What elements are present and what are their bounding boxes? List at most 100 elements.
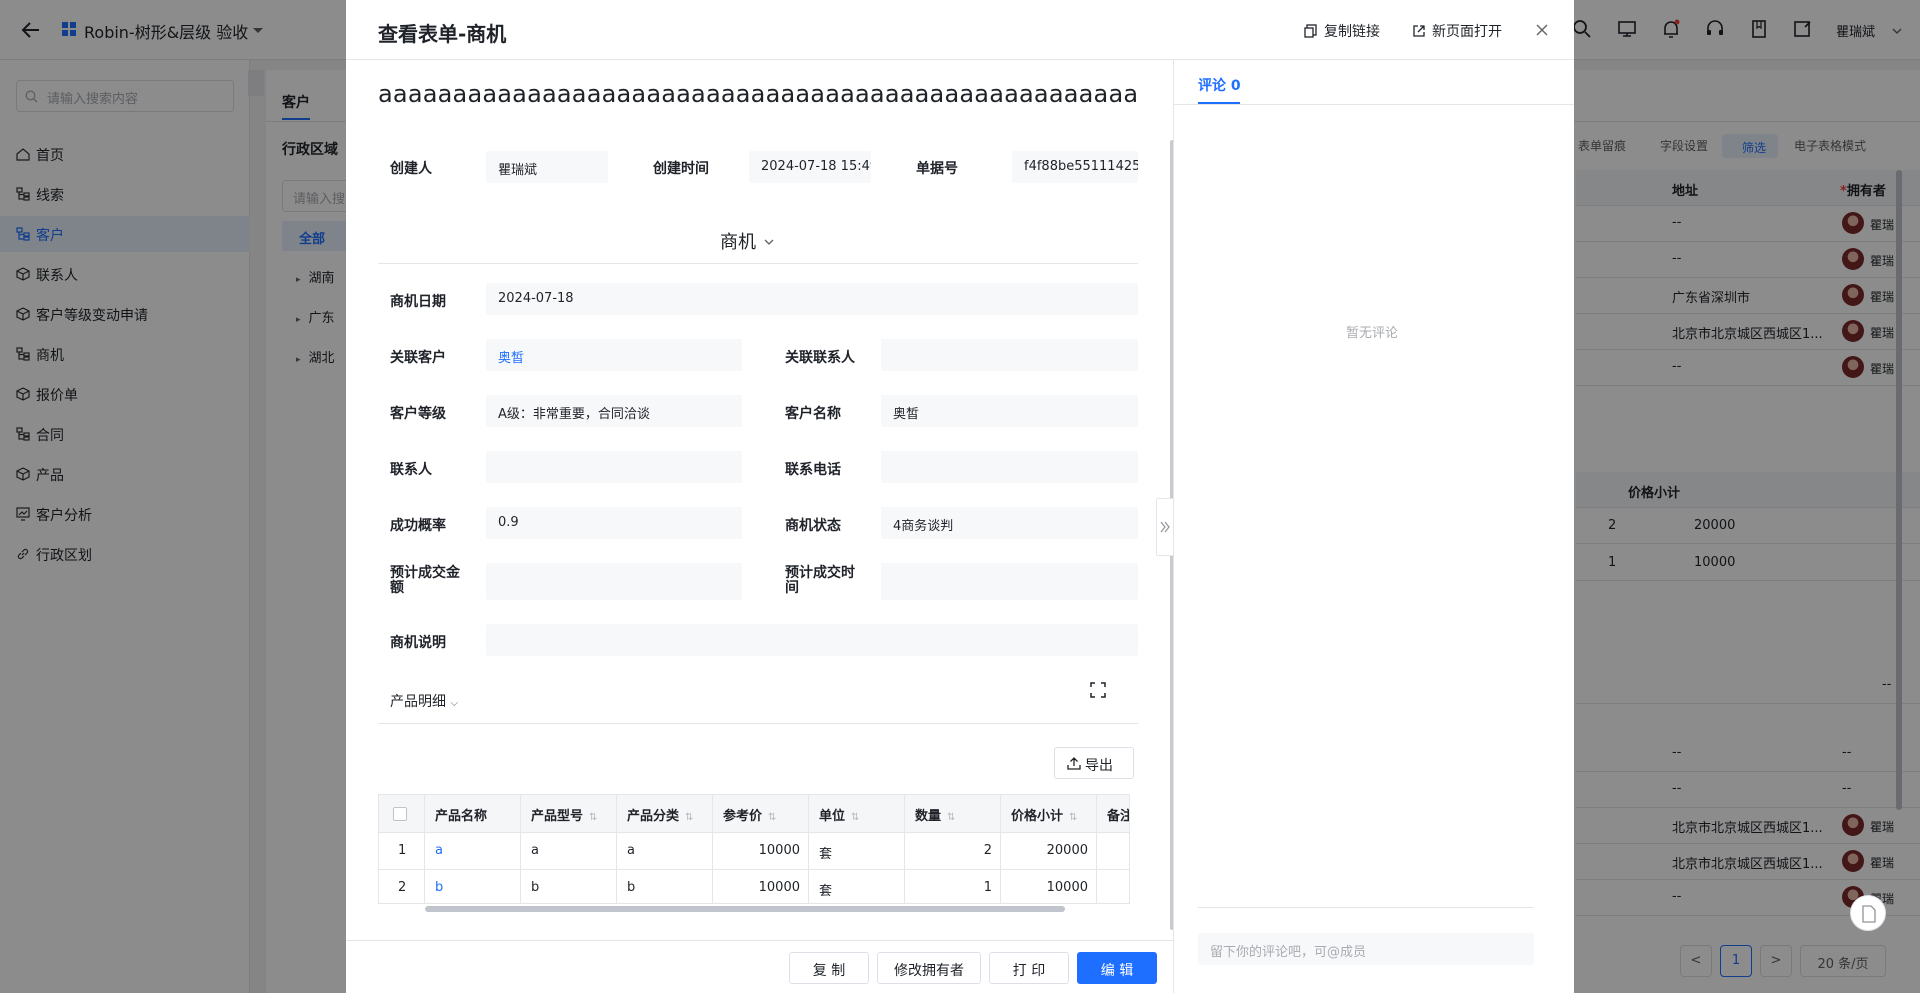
product-column-header[interactable]: 产品分类 ⇅ xyxy=(617,795,713,832)
expected-deal-time-label: 预计成交时间 xyxy=(785,565,855,596)
opp-status-label: 商机状态 xyxy=(785,518,841,534)
product-name-link[interactable]: b xyxy=(435,880,443,895)
creator-value: 瞿瑞斌 xyxy=(486,151,608,183)
expected-amount-value xyxy=(486,563,742,600)
sort-icon[interactable]: ⇅ xyxy=(1069,812,1077,823)
open-new-page-button[interactable]: 新页面打开 xyxy=(1412,21,1502,41)
sort-icon[interactable]: ⇅ xyxy=(947,812,955,823)
floating-doc-button[interactable] xyxy=(1850,895,1886,931)
column-header-label: 产品名称 xyxy=(435,809,488,824)
customer-name-value: 奥皙 xyxy=(881,395,1138,427)
related-customer-label: 关联客户 xyxy=(390,350,446,366)
phone-label: 联系电话 xyxy=(785,462,841,478)
change-owner-button[interactable]: 修改拥有者 xyxy=(877,952,981,984)
close-icon[interactable] xyxy=(1534,22,1550,38)
sort-icon[interactable]: ⇅ xyxy=(851,812,859,823)
fullscreen-icon[interactable] xyxy=(1089,681,1107,699)
product-column-header[interactable]: 价格小计 ⇅ xyxy=(1001,795,1097,832)
product-cell-model: a xyxy=(521,833,617,870)
sort-icon[interactable]: ⇅ xyxy=(589,812,597,823)
external-link-icon xyxy=(1413,25,1425,37)
related-customer-link[interactable]: 奥皙 xyxy=(486,339,742,371)
customer-name-label: 客户名称 xyxy=(785,406,841,422)
export-button[interactable]: 导出 xyxy=(1054,747,1134,779)
cell-value: a xyxy=(531,843,539,858)
product-column-header[interactable]: 产品型号 ⇅ xyxy=(521,795,617,832)
cell-value: b xyxy=(627,880,636,895)
opp-date-value: 2024-07-18 xyxy=(486,283,1138,315)
product-detail-toggle[interactable]: 产品明细 ⌵ xyxy=(390,691,458,711)
created-time-value: 2024-07-18 15:49: xyxy=(749,151,871,183)
expected-deal-time-value xyxy=(881,563,1138,600)
product-table-row[interactable]: 2 b b b 10000 套 1 10000 xyxy=(379,870,1129,903)
copy-link-label: 复制链接 xyxy=(1324,24,1380,40)
tab-comments[interactable]: 评论 0 xyxy=(1198,75,1241,95)
creator-label: 创建人 xyxy=(390,161,432,177)
document-icon xyxy=(1862,905,1876,923)
product-cell-subtotal: 20000 xyxy=(1001,833,1097,870)
product-cell-name[interactable]: b xyxy=(425,870,521,903)
product-cell-unit: 套 xyxy=(809,833,905,870)
doc-number-label: 单据号 xyxy=(916,161,958,177)
cell-value: 套 xyxy=(819,847,833,862)
panel-divider xyxy=(1173,60,1174,993)
customer-level-value: A级：非常重要，合同洽谈 xyxy=(486,395,742,427)
form-modal: 查看表单-商机 复制链接 新页面打开 aaaaaaaaaaaaaaaaaaaaa… xyxy=(346,0,1574,993)
chevron-down-icon: ⌵ xyxy=(450,698,459,709)
related-contact-label: 关联联系人 xyxy=(785,350,855,366)
cell-value: a xyxy=(627,843,635,858)
product-name-link[interactable]: a xyxy=(435,843,443,858)
section-title[interactable]: 商机 xyxy=(720,228,756,254)
contact-label: 联系人 xyxy=(390,462,432,478)
select-all-cell xyxy=(379,795,425,832)
product-detail-title: 产品明细 xyxy=(390,694,446,710)
product-cell-price: 10000 xyxy=(713,870,809,903)
product-column-header[interactable]: 产品名称 xyxy=(425,795,521,832)
product-cell-qty: 1 xyxy=(905,870,1001,903)
select-all-checkbox[interactable] xyxy=(393,807,407,821)
subtable-divider xyxy=(378,723,1138,724)
cell-value: 20000 xyxy=(1046,843,1088,858)
product-cell-name[interactable]: a xyxy=(425,833,521,870)
product-column-header[interactable]: 参考价 ⇅ xyxy=(713,795,809,832)
copy-button[interactable]: 复 制 xyxy=(789,952,869,984)
export-label: 导出 xyxy=(1085,758,1113,774)
copy-link-button[interactable]: 复制链接 xyxy=(1304,21,1380,41)
chevron-down-icon[interactable] xyxy=(763,236,775,248)
product-table: 产品名称产品型号⇅产品分类⇅参考价⇅单位⇅数量⇅价格小计⇅备注 1aaa1000… xyxy=(378,794,1130,904)
cell-value: 2 xyxy=(983,843,992,858)
opp-description-value xyxy=(486,624,1138,656)
sort-icon[interactable]: ⇅ xyxy=(685,812,693,823)
modal-header: 查看表单-商机 复制链接 新页面打开 xyxy=(346,0,1574,60)
expected-amount-label: 预计成交金额 xyxy=(390,565,460,596)
comment-input[interactable]: 留下你的评论吧，可@成员 xyxy=(1198,933,1534,965)
product-cell-cat: b xyxy=(617,870,713,903)
product-cell-model: b xyxy=(521,870,617,903)
opp-date-label: 商机日期 xyxy=(390,294,446,310)
product-cell-qty: 2 xyxy=(905,833,1001,870)
success-rate-label: 成功概率 xyxy=(390,518,446,534)
print-button[interactable]: 打 印 xyxy=(989,952,1069,984)
column-header-label: 价格小计 xyxy=(1011,809,1064,824)
product-column-header[interactable]: 备注 xyxy=(1097,795,1129,832)
comments-expand-handle[interactable] xyxy=(1156,498,1174,556)
opp-description-label: 商机说明 xyxy=(390,635,446,651)
double-chevron-right-icon xyxy=(1160,521,1170,533)
doc-number-value: f4f88be55111425€ xyxy=(1012,151,1138,183)
product-column-header[interactable]: 数量 ⇅ xyxy=(905,795,1001,832)
cell-value: 10000 xyxy=(1046,880,1088,895)
customer-level-label: 客户等级 xyxy=(390,406,446,422)
copy-icon xyxy=(1304,24,1317,38)
product-table-row[interactable]: 1 a a a 10000 套 2 20000 xyxy=(379,833,1129,870)
cell-value: 套 xyxy=(819,884,833,899)
column-header-label: 产品分类 xyxy=(627,809,680,824)
column-header-label: 数量 xyxy=(915,809,942,824)
row-index: 2 xyxy=(379,870,425,903)
created-time-label: 创建时间 xyxy=(653,161,709,177)
product-column-header[interactable]: 单位 ⇅ xyxy=(809,795,905,832)
opp-status-value: 4商务谈判 xyxy=(881,507,1138,539)
edit-button[interactable]: 编 辑 xyxy=(1077,952,1157,984)
sort-icon[interactable]: ⇅ xyxy=(768,812,776,823)
product-cell-subtotal: 10000 xyxy=(1001,870,1097,903)
product-table-scrollbar[interactable] xyxy=(425,906,1065,912)
